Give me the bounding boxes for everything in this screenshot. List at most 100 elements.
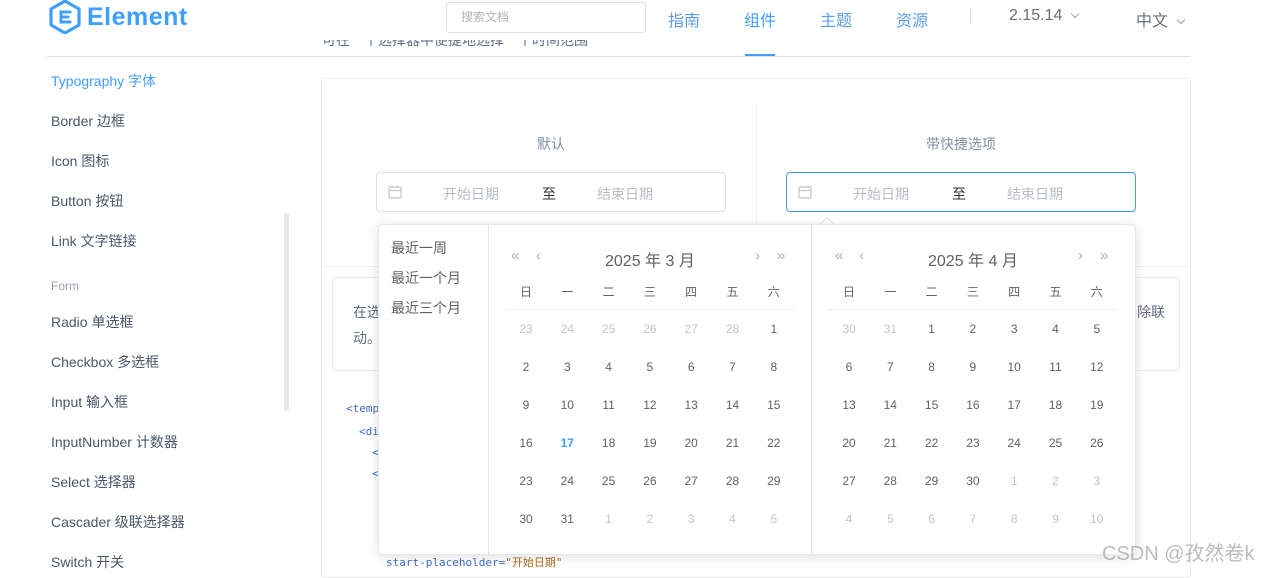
sidebar-item-typography[interactable]: Typography 字体 [51, 71, 156, 91]
right-calendar-day[interactable]: 18 [1035, 398, 1077, 412]
left-calendar-day[interactable]: 20 [670, 436, 712, 450]
left-calendar-day[interactable]: 24 [546, 322, 588, 336]
right-calendar-day[interactable]: 25 [1035, 436, 1077, 450]
right-calendar-day[interactable]: 4 [828, 512, 870, 526]
sidebar-item-cascader[interactable]: Cascader 级联选择器 [51, 512, 185, 532]
left-calendar-day[interactable]: 12 [629, 398, 671, 412]
right-calendar-day[interactable]: 30 [952, 474, 994, 488]
shortcut-last-month[interactable]: 最近一个月 [391, 268, 461, 288]
right-calendar-day[interactable]: 9 [1035, 512, 1077, 526]
right-calendar-day[interactable]: 26 [1076, 436, 1118, 450]
right-calendar-day[interactable]: 13 [828, 398, 870, 412]
right-calendar-day[interactable]: 2 [1035, 474, 1077, 488]
right-calendar-day[interactable]: 31 [869, 322, 911, 336]
left-calendar-day[interactable]: 16 [505, 436, 547, 450]
left-calendar-day[interactable]: 26 [629, 474, 671, 488]
version-dropdown[interactable]: 2.15.14 [1009, 7, 1080, 25]
right-calendar-day[interactable]: 23 [952, 436, 994, 450]
left-calendar-day[interactable]: 11 [588, 398, 630, 412]
left-calendar-day[interactable]: 30 [505, 512, 547, 526]
right-calendar-day[interactable]: 8 [993, 512, 1035, 526]
left-calendar-day[interactable]: 15 [753, 398, 795, 412]
end-date-input[interactable]: 结束日期 [597, 184, 653, 204]
right-calendar-day[interactable]: 16 [952, 398, 994, 412]
left-calendar-day[interactable]: 14 [712, 398, 754, 412]
left-calendar-day[interactable]: 5 [629, 360, 671, 374]
right-calendar-day[interactable]: 3 [993, 322, 1035, 336]
shortcut-last-three-months[interactable]: 最近三个月 [391, 298, 461, 318]
right-calendar-day[interactable]: 7 [952, 512, 994, 526]
prev-month-icon[interactable]: ‹ [536, 247, 541, 264]
left-calendar-day[interactable]: 9 [505, 398, 547, 412]
start-date-input[interactable]: 开始日期 [443, 184, 499, 204]
left-calendar-day[interactable]: 1 [753, 322, 795, 336]
prev-month-icon-right[interactable]: ‹ [859, 247, 864, 264]
right-calendar-day[interactable]: 2 [952, 322, 994, 336]
next-month-icon[interactable]: › [1078, 247, 1083, 264]
right-calendar-day[interactable]: 24 [993, 436, 1035, 450]
right-calendar-day[interactable]: 10 [1076, 512, 1118, 526]
left-calendar-day[interactable]: 6 [670, 360, 712, 374]
left-calendar-day[interactable]: 21 [712, 436, 754, 450]
right-calendar-day[interactable]: 8 [911, 360, 953, 374]
date-range-picker-default[interactable]: 开始日期 至 结束日期 [376, 172, 726, 212]
right-calendar-day[interactable]: 21 [869, 436, 911, 450]
right-calendar-day[interactable]: 1 [911, 322, 953, 336]
right-calendar-day[interactable]: 7 [869, 360, 911, 374]
left-calendar-day[interactable]: 1 [588, 512, 630, 526]
left-calendar-day[interactable]: 25 [588, 474, 630, 488]
prev-year-icon-right[interactable]: « [835, 247, 843, 264]
sidebar-item-button[interactable]: Button 按钮 [51, 191, 123, 211]
right-calendar-day[interactable]: 28 [869, 474, 911, 488]
sidebar-scrollbar[interactable] [284, 213, 289, 411]
search-input[interactable]: 搜索文档 [446, 2, 646, 33]
right-calendar-day[interactable]: 5 [1076, 322, 1118, 336]
right-calendar-day[interactable]: 22 [911, 436, 953, 450]
sidebar-item-border[interactable]: Border 边框 [51, 111, 125, 131]
shortcut-last-week[interactable]: 最近一周 [391, 238, 447, 258]
left-calendar-day[interactable]: 17 [546, 436, 588, 450]
left-calendar-day[interactable]: 27 [670, 474, 712, 488]
element-logo[interactable]: Element [49, 0, 188, 34]
left-calendar-day[interactable]: 8 [753, 360, 795, 374]
left-calendar-day[interactable]: 25 [588, 322, 630, 336]
right-calendar-day[interactable]: 10 [993, 360, 1035, 374]
sidebar-item-switch[interactable]: Switch 开关 [51, 552, 124, 572]
left-calendar-day[interactable]: 27 [670, 322, 712, 336]
right-calendar-day[interactable]: 5 [869, 512, 911, 526]
left-calendar-day[interactable]: 18 [588, 436, 630, 450]
nav-theme[interactable]: 主题 [820, 7, 852, 31]
sidebar-item-radio[interactable]: Radio 单选框 [51, 312, 133, 332]
left-calendar-day[interactable]: 4 [712, 512, 754, 526]
right-calendar-day[interactable]: 1 [993, 474, 1035, 488]
left-calendar-day[interactable]: 23 [505, 322, 547, 336]
left-calendar-day[interactable]: 24 [546, 474, 588, 488]
start-date-input[interactable]: 开始日期 [853, 184, 909, 204]
right-calendar-day[interactable]: 30 [828, 322, 870, 336]
language-dropdown[interactable]: 中文 [1136, 7, 1186, 31]
left-calendar-day[interactable]: 5 [753, 512, 795, 526]
sidebar-item-checkbox[interactable]: Checkbox 多选框 [51, 352, 159, 372]
left-calendar-day[interactable]: 22 [753, 436, 795, 450]
right-calendar-day[interactable]: 11 [1035, 360, 1077, 374]
right-calendar-day[interactable]: 9 [952, 360, 994, 374]
left-calendar-day[interactable]: 31 [546, 512, 588, 526]
right-calendar-day[interactable]: 12 [1076, 360, 1118, 374]
left-calendar-day[interactable]: 28 [712, 322, 754, 336]
left-calendar-day[interactable]: 26 [629, 322, 671, 336]
left-calendar-day[interactable]: 3 [670, 512, 712, 526]
next-month-icon-left[interactable]: › [755, 247, 760, 264]
right-calendar-day[interactable]: 17 [993, 398, 1035, 412]
nav-guide[interactable]: 指南 [668, 7, 700, 31]
left-calendar-day[interactable]: 2 [629, 512, 671, 526]
right-calendar-day[interactable]: 27 [828, 474, 870, 488]
right-calendar-day[interactable]: 4 [1035, 322, 1077, 336]
right-calendar-day[interactable]: 20 [828, 436, 870, 450]
left-calendar-day[interactable]: 23 [505, 474, 547, 488]
next-year-icon-left[interactable]: » [777, 247, 785, 264]
left-calendar-day[interactable]: 3 [546, 360, 588, 374]
left-calendar-day[interactable]: 2 [505, 360, 547, 374]
sidebar-item-icon[interactable]: Icon 图标 [51, 151, 109, 171]
right-calendar-day[interactable]: 29 [911, 474, 953, 488]
sidebar-item-input[interactable]: Input 输入框 [51, 392, 128, 412]
